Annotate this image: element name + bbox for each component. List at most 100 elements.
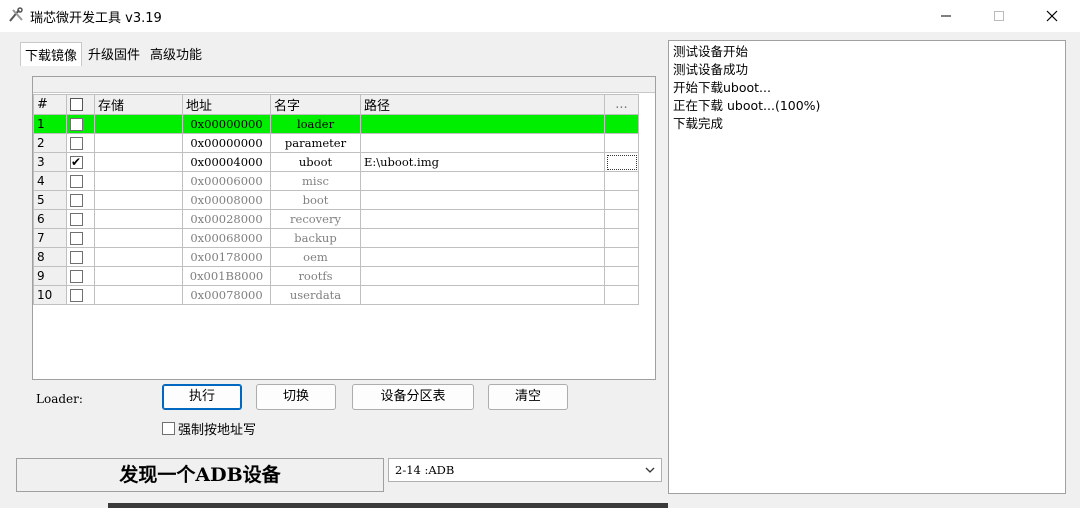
row-path[interactable]: E:\uboot.img — [360, 152, 605, 172]
force-write-option[interactable]: 强制按地址写 — [162, 419, 256, 438]
row-path[interactable] — [360, 190, 605, 210]
table-row[interactable]: 4 0x00006000 misc — [33, 171, 639, 191]
row-browse-button[interactable] — [604, 209, 639, 229]
row-checkbox[interactable] — [70, 118, 83, 131]
partition-table-button[interactable]: 设备分区表 — [352, 384, 474, 410]
title-bar: 瑞芯微开发工具 v3.19 — [0, 0, 1080, 32]
row-browse-button[interactable] — [604, 133, 639, 153]
close-icon — [1046, 10, 1058, 22]
table-row[interactable]: 3 ✔ 0x00004000 uboot E:\uboot.img — [33, 152, 639, 172]
row-store — [94, 190, 183, 210]
row-checkbox-cell[interactable] — [66, 285, 95, 305]
close-button[interactable] — [1026, 0, 1078, 32]
row-checkbox-cell[interactable] — [66, 266, 95, 286]
row-browse-button[interactable] — [604, 190, 639, 210]
row-path[interactable] — [360, 247, 605, 267]
table-row[interactable]: 8 0x00178000 oem — [33, 247, 639, 267]
row-index: 4 — [33, 171, 67, 191]
partition-table-panel: # 存储 地址 名字 路径 ... 1 0x00000000 loader 2 0x00… — [32, 76, 656, 380]
row-checkbox-cell[interactable]: ✔ — [66, 152, 95, 172]
row-index: 7 — [33, 228, 67, 248]
table-row[interactable]: 2 0x00000000 parameter — [33, 133, 639, 153]
row-store — [94, 114, 183, 134]
row-browse-button[interactable] — [604, 247, 639, 267]
row-path[interactable] — [360, 133, 605, 153]
force-write-checkbox[interactable] — [162, 422, 175, 435]
row-name: uboot — [270, 152, 361, 172]
row-checkbox-cell[interactable] — [66, 209, 95, 229]
row-checkbox[interactable]: ✔ — [70, 155, 83, 169]
tab-upgrade-firmware[interactable]: 升级固件 — [84, 42, 144, 66]
row-checkbox[interactable] — [70, 137, 83, 150]
table-row[interactable]: 7 0x00068000 backup — [33, 228, 639, 248]
switch-button[interactable]: 切换 — [256, 384, 336, 410]
log-panel[interactable]: 测试设备开始 测试设备成功 开始下载uboot... 正在下载 uboot...(10… — [668, 40, 1066, 494]
row-checkbox-cell[interactable] — [66, 114, 95, 134]
row-checkbox-cell[interactable] — [66, 190, 95, 210]
table-row[interactable]: 10 0x00078000 userdata — [33, 285, 639, 305]
col-check-header[interactable] — [66, 94, 95, 115]
table-row[interactable]: 6 0x00028000 recovery — [33, 209, 639, 229]
row-address: 0x00178000 — [182, 247, 271, 267]
maximize-icon — [994, 11, 1004, 21]
row-checkbox[interactable] — [70, 289, 83, 302]
row-browse-button[interactable] — [604, 152, 639, 172]
row-path[interactable] — [360, 114, 605, 134]
row-path[interactable] — [360, 171, 605, 191]
row-browse-button[interactable] — [604, 266, 639, 286]
col-address-header: 地址 — [182, 94, 271, 115]
force-write-label: 强制按地址写 — [178, 423, 257, 438]
row-browse-button[interactable] — [604, 228, 639, 248]
table-header-row: # 存储 地址 名字 路径 ... — [33, 94, 639, 115]
row-checkbox[interactable] — [70, 213, 83, 226]
row-name: userdata — [270, 285, 361, 305]
check-icon: ✔ — [71, 155, 82, 169]
row-address: 0x00068000 — [182, 228, 271, 248]
row-checkbox[interactable] — [70, 175, 83, 188]
row-browse-button[interactable] — [604, 285, 639, 305]
row-address: 0x00028000 — [182, 209, 271, 229]
tab-advanced[interactable]: 高级功能 — [146, 42, 206, 66]
row-checkbox-cell[interactable] — [66, 247, 95, 267]
row-checkbox[interactable] — [70, 232, 83, 245]
row-path[interactable] — [360, 228, 605, 248]
col-more-header: ... — [604, 94, 639, 115]
table-row[interactable]: 9 0x001B8000 rootfs — [33, 266, 639, 286]
clear-button[interactable]: 清空 — [488, 384, 568, 410]
device-select[interactable]: 2-14 :ADB — [388, 458, 662, 482]
row-name: parameter — [270, 133, 361, 153]
chevron-down-icon — [645, 467, 655, 473]
row-checkbox-cell[interactable] — [66, 133, 95, 153]
loader-label: Loader: — [36, 392, 83, 406]
row-checkbox-cell[interactable] — [66, 171, 95, 191]
row-browse-button[interactable] — [604, 114, 639, 134]
run-button[interactable]: 执行 — [162, 384, 242, 410]
row-address: 0x00008000 — [182, 190, 271, 210]
tools-icon — [9, 7, 23, 22]
row-path[interactable] — [360, 266, 605, 286]
tab-download-image[interactable]: 下载镜像 — [20, 42, 83, 66]
row-name: rootfs — [270, 266, 361, 286]
table-row[interactable]: 1 0x00000000 loader — [33, 114, 639, 134]
col-name-header: 名字 — [270, 94, 361, 115]
row-checkbox[interactable] — [70, 194, 83, 207]
table-row[interactable]: 5 0x00008000 boot — [33, 190, 639, 210]
row-path[interactable] — [360, 285, 605, 305]
minimize-button[interactable] — [920, 0, 972, 32]
select-all-checkbox[interactable] — [70, 98, 83, 111]
log-line: 下载完成 — [673, 116, 724, 131]
tab-bar: 下载镜像 升级固件 高级功能 — [20, 42, 208, 66]
status-message: 发现一个ADB设备 — [16, 458, 384, 492]
row-name: boot — [270, 190, 361, 210]
row-index: 9 — [33, 266, 67, 286]
row-path[interactable] — [360, 209, 605, 229]
row-index: 2 — [33, 133, 67, 153]
row-store — [94, 171, 183, 191]
row-checkbox[interactable] — [70, 251, 83, 264]
col-store-header: 存储 — [94, 94, 183, 115]
row-checkbox-cell[interactable] — [66, 228, 95, 248]
row-browse-button[interactable] — [604, 171, 639, 191]
maximize-button[interactable] — [973, 0, 1025, 32]
row-checkbox[interactable] — [70, 270, 83, 283]
row-name: loader — [270, 114, 361, 134]
